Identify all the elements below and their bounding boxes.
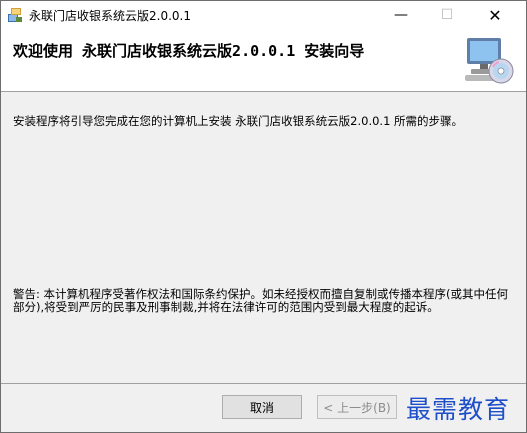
wizard-header: 欢迎使用 永联门店收银系统云版2.0.0.1 安装向导 xyxy=(1,29,526,92)
computer-cd-icon xyxy=(465,38,514,84)
wizard-content: 安装程序将引导您完成在您的计算机上安装 永联门店收银系统云版2.0.0.1 所需… xyxy=(1,92,526,383)
minimize-button[interactable]: — xyxy=(378,1,424,29)
installer-window: 永联门店收银系统云版2.0.0.1 — ☐ ✕ 欢迎使用 永联门店收银系统云版2… xyxy=(0,0,527,433)
intro-text: 安装程序将引导您完成在您的计算机上安装 永联门店收银系统云版2.0.0.1 所需… xyxy=(13,114,464,128)
back-button[interactable]: < 上一步(B) xyxy=(317,395,397,419)
watermark-text: 最需教育 xyxy=(406,390,511,426)
wizard-title: 欢迎使用 永联门店收银系统云版2.0.0.1 安装向导 xyxy=(13,42,365,60)
title-bar[interactable]: 永联门店收银系统云版2.0.0.1 — ☐ ✕ xyxy=(1,1,526,29)
window-title: 永联门店收银系统云版2.0.0.1 xyxy=(29,9,191,23)
close-button[interactable]: ✕ xyxy=(472,1,518,29)
maximize-button[interactable]: ☐ xyxy=(424,1,470,29)
installer-app-icon xyxy=(8,8,22,22)
copyright-warning: 警告: 本计算机程序受著作权法和国际条约保护。如未经授权而擅自复制或传播本程序(… xyxy=(13,287,509,314)
cancel-button[interactable]: 取消 xyxy=(222,395,302,419)
